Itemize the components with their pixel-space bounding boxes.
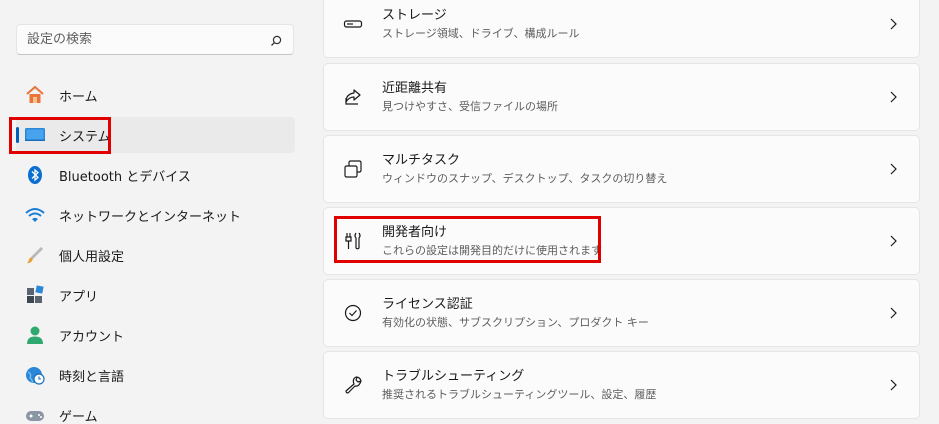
card-description: ストレージ領域、ドライブ、構成ルール xyxy=(382,27,580,40)
card-storage[interactable]: ストレージ ストレージ領域、ドライブ、構成ルール xyxy=(323,0,920,58)
home-icon xyxy=(24,84,46,106)
sidebar-item-label: アプリ xyxy=(59,289,99,305)
sidebar-item-label: アカウント xyxy=(59,329,125,345)
sidebar-item-label: 個人用設定 xyxy=(59,249,125,265)
sidebar-item-label: Bluetooth とデバイス xyxy=(59,169,191,185)
system-icon xyxy=(24,124,46,146)
sidebar-item-home[interactable]: ホーム xyxy=(16,77,295,113)
sidebar-item-bluetooth[interactable]: Bluetooth とデバイス xyxy=(16,157,295,193)
share-icon xyxy=(343,87,363,107)
sidebar-item-label: システム xyxy=(59,129,111,145)
card-description: ウィンドウのスナップ、デスクトップ、タスクの切り替え xyxy=(382,172,668,185)
activation-check-icon xyxy=(343,303,363,323)
card-title: 近距離共有 xyxy=(382,81,448,96)
card-nearby-sharing[interactable]: 近距離共有 見つけやすさ、受信ファイルの場所 xyxy=(323,63,920,131)
globe-clock-icon xyxy=(24,364,46,386)
wrench-icon xyxy=(343,375,363,395)
chevron-right-icon xyxy=(883,159,903,179)
chevron-right-icon xyxy=(883,87,903,107)
sidebar-item-label: ホーム xyxy=(59,89,98,105)
multitask-icon xyxy=(343,159,363,179)
card-description: 推奨されるトラブルシューティングツール、設定、履歴 xyxy=(382,388,657,401)
apps-icon xyxy=(24,284,46,306)
wifi-icon xyxy=(24,204,46,226)
chevron-right-icon xyxy=(883,375,903,395)
chevron-right-icon xyxy=(883,231,903,251)
account-icon xyxy=(24,324,46,346)
storage-icon xyxy=(343,14,363,34)
sidebar-item-accounts[interactable]: アカウント xyxy=(16,317,295,353)
sidebar-item-time-language[interactable]: 時刻と言語 xyxy=(16,357,295,393)
gamepad-icon xyxy=(24,404,46,424)
sidebar-item-network[interactable]: ネットワークとインターネット xyxy=(16,197,295,233)
card-title: ライセンス認証 xyxy=(382,297,473,312)
card-description: これらの設定は開発目的だけに使用されます xyxy=(382,244,602,257)
sidebar-item-apps[interactable]: アプリ xyxy=(16,277,295,313)
chevron-right-icon xyxy=(883,14,903,34)
developer-tools-icon xyxy=(343,231,363,251)
sidebar-item-label: ゲーム xyxy=(59,409,98,424)
sidebar-item-personalization[interactable]: 個人用設定 xyxy=(16,237,295,273)
brush-icon xyxy=(24,244,46,266)
card-description: 有効化の状態、サブスクリプション、プロダクト キー xyxy=(382,316,649,329)
chevron-right-icon xyxy=(883,303,903,323)
card-title: 開発者向け xyxy=(382,225,448,240)
sidebar-item-gaming[interactable]: ゲーム xyxy=(16,397,295,424)
card-title: マルチタスク xyxy=(382,153,461,168)
card-for-developers[interactable]: 開発者向け これらの設定は開発目的だけに使用されます xyxy=(323,207,920,275)
sidebar-item-system[interactable]: システム xyxy=(16,117,295,153)
sidebar-item-label: 時刻と言語 xyxy=(59,369,125,385)
card-troubleshoot[interactable]: トラブルシューティング 推奨されるトラブルシューティングツール、設定、履歴 xyxy=(323,351,920,419)
search-icon[interactable] xyxy=(269,33,283,47)
card-description: 見つけやすさ、受信ファイルの場所 xyxy=(382,100,558,113)
card-title: ストレージ xyxy=(382,8,447,23)
bluetooth-icon xyxy=(24,164,46,186)
active-indicator xyxy=(16,127,19,143)
card-multitasking[interactable]: マルチタスク ウィンドウのスナップ、デスクトップ、タスクの切り替え xyxy=(323,135,920,203)
search-input[interactable] xyxy=(27,32,269,47)
search-box[interactable] xyxy=(16,24,294,55)
sidebar-item-label: ネットワークとインターネット xyxy=(59,209,242,225)
card-title: トラブルシューティング xyxy=(382,369,525,384)
card-activation[interactable]: ライセンス認証 有効化の状態、サブスクリプション、プロダクト キー xyxy=(323,279,920,347)
